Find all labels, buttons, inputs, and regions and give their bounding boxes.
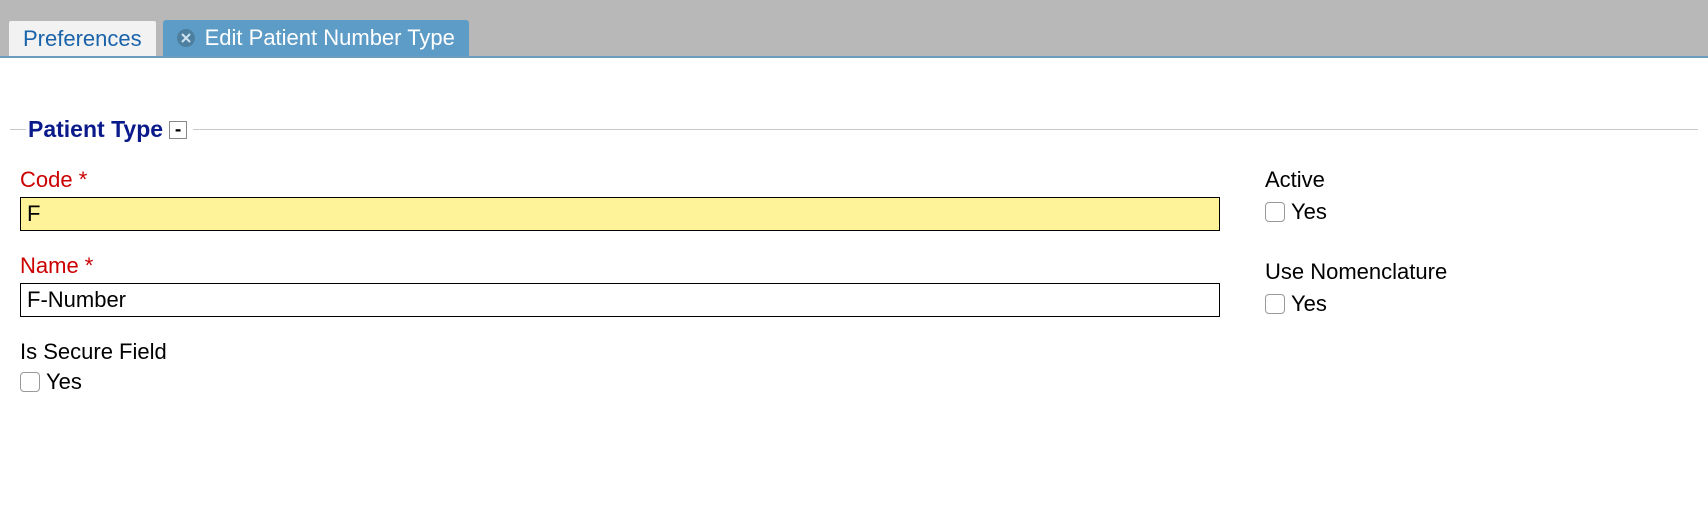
tab-bar: Preferences Edit Patient Number Type [0, 0, 1708, 58]
group-legend: Patient Type - [26, 116, 193, 143]
is-secure-field: Is Secure Field Yes [20, 339, 1220, 395]
is-secure-checkbox[interactable] [20, 372, 40, 392]
is-secure-label: Is Secure Field [20, 339, 1220, 365]
use-nomenclature-label: Use Nomenclature [1265, 259, 1688, 285]
close-icon[interactable] [177, 29, 195, 47]
active-field: Active Yes [1265, 167, 1688, 225]
name-field: Name [20, 253, 1220, 317]
name-input[interactable] [20, 283, 1220, 317]
active-option: Yes [1291, 199, 1327, 225]
tab-preferences[interactable]: Preferences [8, 20, 157, 56]
code-input[interactable] [20, 197, 1220, 231]
code-field: Code [20, 167, 1220, 231]
group-title: Patient Type [28, 116, 163, 143]
is-secure-option: Yes [46, 369, 82, 395]
content-area: Patient Type - Code Name Is Secure Field [0, 58, 1708, 487]
use-nomenclature-checkbox[interactable] [1265, 294, 1285, 314]
use-nomenclature-option: Yes [1291, 291, 1327, 317]
name-label: Name [20, 253, 1220, 279]
tab-label: Preferences [23, 26, 142, 52]
collapse-icon[interactable]: - [169, 121, 187, 139]
code-label: Code [20, 167, 1220, 193]
patient-type-group: Patient Type - Code Name Is Secure Field [10, 116, 1698, 447]
use-nomenclature-field: Use Nomenclature Yes [1265, 259, 1688, 317]
tab-label: Edit Patient Number Type [205, 25, 455, 51]
active-checkbox[interactable] [1265, 202, 1285, 222]
tab-edit-patient-number-type[interactable]: Edit Patient Number Type [163, 20, 469, 56]
active-label: Active [1265, 167, 1688, 193]
